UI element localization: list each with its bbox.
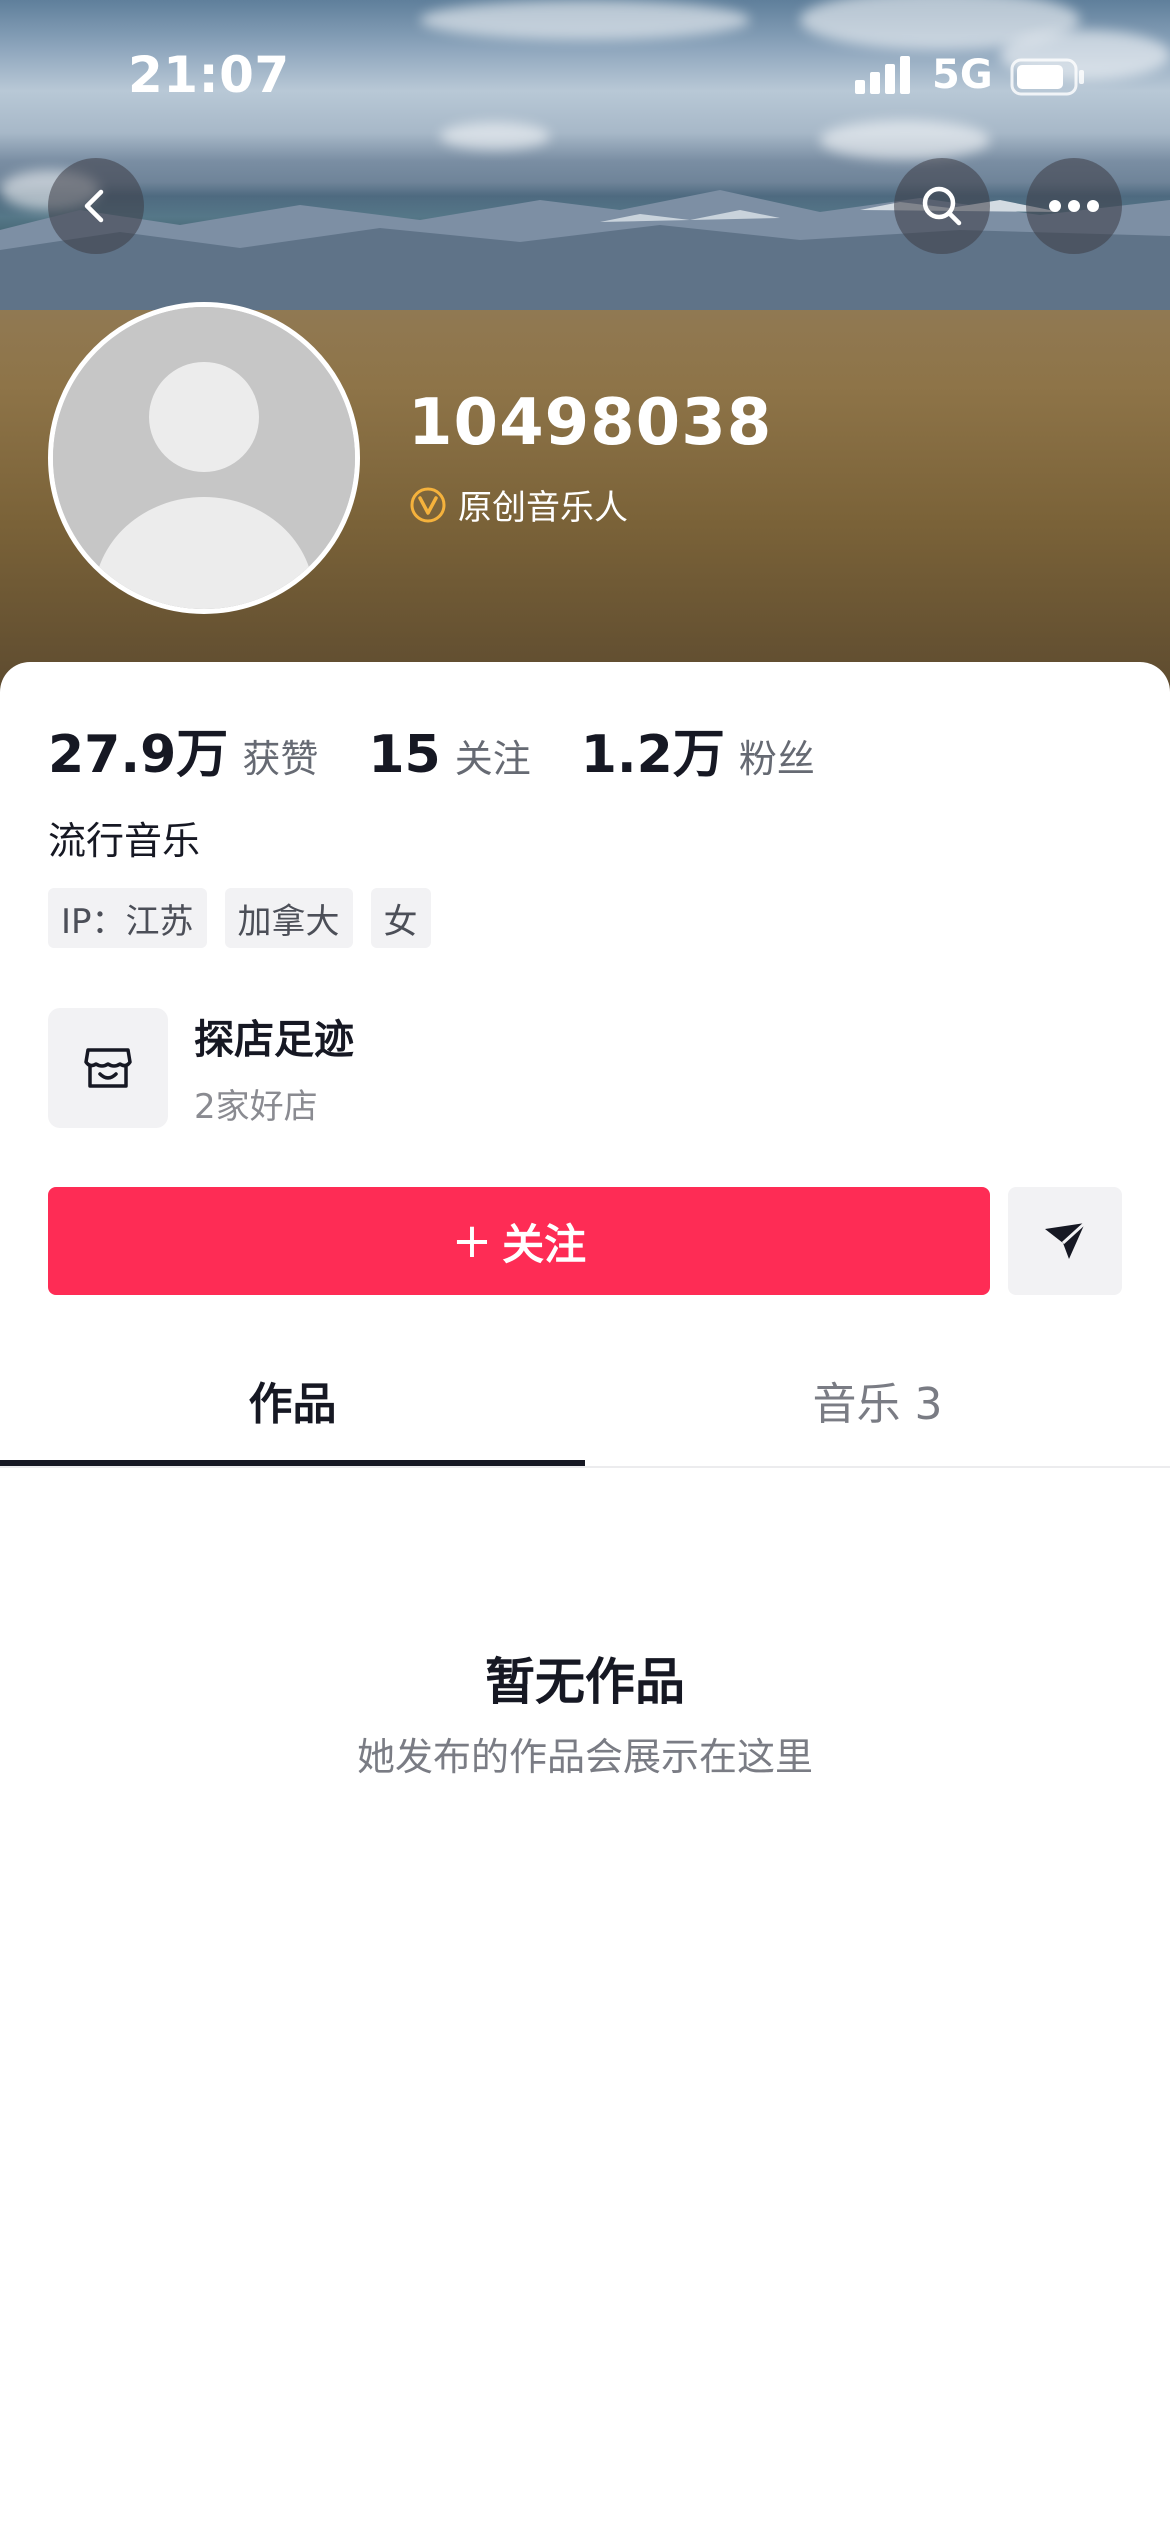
back-button[interactable] (48, 158, 144, 254)
stat-label: 关注 (454, 737, 531, 781)
stat-value: 15 (368, 725, 441, 785)
content-tabs: 作品 音乐 3 (0, 1334, 1170, 1468)
chevron-left-icon (84, 189, 104, 223)
tag-country: 加拿大 (224, 888, 353, 948)
verified-v-icon (410, 487, 446, 522)
storefront-icon (84, 1047, 132, 1088)
stat-label: 获赞 (242, 737, 319, 781)
follow-button[interactable]: + 关注 (48, 1187, 990, 1295)
profile-card: 27.9万 获赞 15 关注 1.2万 粉丝 流行音乐 IP：江苏 加拿大 女 … (0, 662, 1170, 2532)
more-dots-icon (1049, 200, 1099, 212)
stats-row: 27.9万 获赞 15 关注 1.2万 粉丝 (48, 712, 865, 787)
stat-label: 粉丝 (738, 737, 815, 781)
status-time: 21:07 (128, 46, 290, 104)
banner-mountains (0, 190, 1170, 310)
bio-text: 流行音乐 (48, 819, 201, 863)
empty-state-title: 暂无作品 (485, 1653, 685, 1711)
active-tab-indicator (0, 1460, 585, 1466)
shop-title: 探店足迹 (194, 1017, 354, 1063)
stat-likes: 27.9万 获赞 (48, 712, 318, 787)
avatar[interactable] (48, 302, 360, 614)
network-type: 5G (932, 52, 993, 98)
shop-icon-box (48, 1007, 168, 1128)
tag-gender: 女 (370, 888, 431, 948)
stat-following[interactable]: 15 关注 (368, 725, 530, 785)
shop-visits-entry[interactable]: 探店足迹 2家好店 (48, 1007, 354, 1128)
send-message-button[interactable] (1008, 1187, 1122, 1295)
tab-music[interactable]: 音乐 3 (585, 1334, 1170, 1466)
default-avatar-icon (53, 307, 355, 609)
stat-value: 1.2万 (580, 725, 725, 785)
battery-icon (1010, 58, 1084, 96)
stat-followers[interactable]: 1.2万 粉丝 (581, 712, 815, 787)
stat-value: 27.9万 (48, 725, 229, 785)
verify-label: 原创音乐人 (458, 488, 628, 528)
verify-badge: 原创音乐人 (410, 480, 628, 529)
tab-works[interactable]: 作品 (0, 1334, 585, 1466)
signal-icon (855, 56, 910, 94)
username: 10498038 (408, 386, 773, 460)
status-bar: 21:07 5G (0, 0, 1170, 150)
empty-state-subtitle: 她发布的作品会展示在这里 (356, 1735, 813, 1779)
shop-subtitle: 2家好店 (194, 1087, 318, 1127)
tag-ip-location: IP：江苏 (48, 888, 207, 948)
search-button[interactable] (894, 158, 990, 254)
search-icon (922, 186, 962, 226)
more-button[interactable] (1026, 158, 1122, 254)
paper-plane-icon (1045, 1221, 1087, 1259)
tag-list: IP：江苏 加拿大 女 (48, 888, 449, 948)
plus-icon: + (451, 1213, 493, 1269)
follow-label: 关注 (502, 1219, 587, 1269)
shop-text: 探店足迹 2家好店 (194, 1007, 354, 1128)
